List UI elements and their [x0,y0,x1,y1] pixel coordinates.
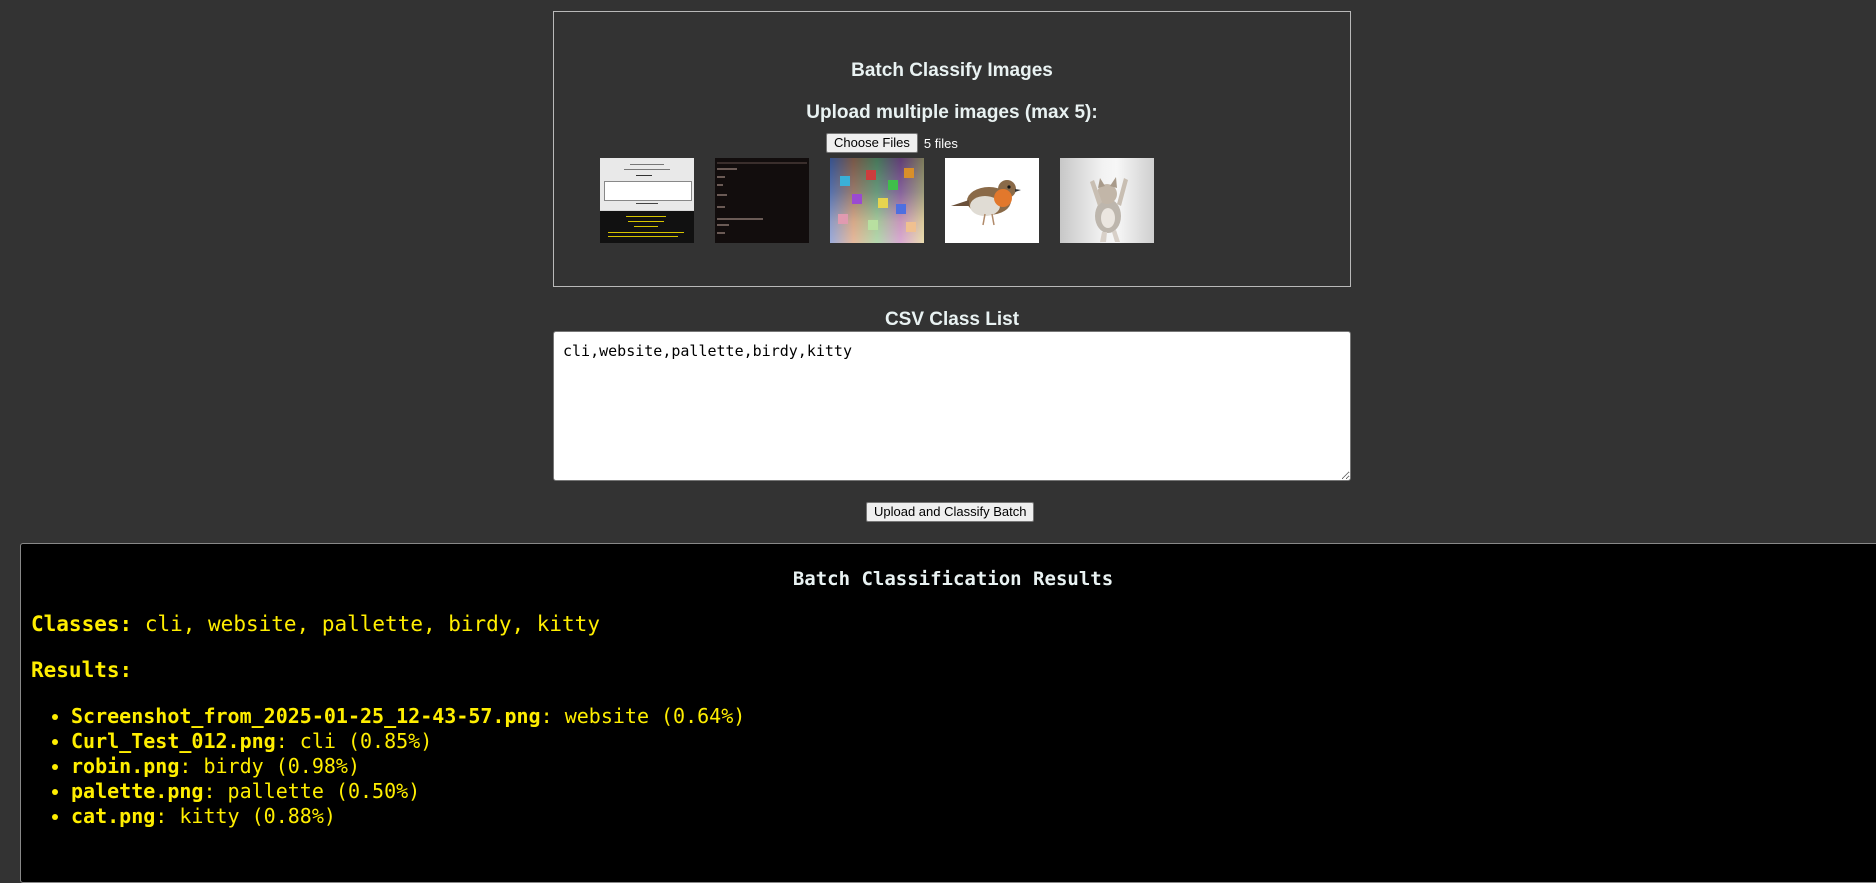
result-prediction: : kitty (0.88%) [155,804,336,828]
color-palette-thumbnail [830,158,924,243]
list-item: cat.png: kitty (0.88%) [71,804,745,829]
files-status: 5 files [923,135,958,151]
result-filename: robin.png [71,754,180,778]
upload-and-classify-button[interactable]: Upload and Classify Batch [866,502,1035,522]
robin-bird-thumbnail [945,158,1039,243]
result-prediction: : cli (0.85%) [275,729,433,753]
results-panel: Batch Classification Results Classes: cl… [20,543,1876,883]
website-screenshot-thumbnail [600,158,694,243]
terminal-screenshot-thumbnail [715,158,809,243]
results-list: Screenshot_from_2025-01-25_12-43-57.png:… [31,704,745,829]
classes-line: Classes: cli, website, pallette, birdy, … [31,612,600,636]
file-input: Choose Files 5 files [826,133,958,153]
result-filename: Curl_Test_012.png [71,729,276,753]
image-previews [600,158,1154,243]
list-item: Screenshot_from_2025-01-25_12-43-57.png:… [71,704,745,729]
result-prediction: : birdy (0.98%) [179,754,360,778]
csv-class-list-label: CSV Class List [884,309,1020,330]
list-item: palette.png: pallette (0.50%) [71,779,745,804]
result-filename: palette.png [71,779,204,803]
list-item: robin.png: birdy (0.98%) [71,754,745,779]
choose-files-button[interactable]: Choose Files [826,133,918,153]
upload-panel-title: Batch Classify Images [851,60,1053,81]
result-filename: Screenshot_from_2025-01-25_12-43-57.png [71,704,541,728]
cat-thumbnail [1060,158,1154,243]
upload-panel: Batch Classify Images Upload multiple im… [553,11,1351,287]
csv-class-list-input[interactable]: cli,website,pallette,birdy,kitty [553,331,1351,481]
results-title: Batch Classification Results [792,568,1114,590]
result-filename: cat.png [71,804,156,828]
result-prediction: : pallette (0.50%) [203,779,421,803]
upload-instructions: Upload multiple images (max 5): [806,102,1098,123]
result-prediction: : website (0.64%) [540,704,746,728]
classes-value: cli, website, pallette, birdy, kitty [144,612,600,636]
results-label: Results: [31,658,133,682]
list-item: Curl_Test_012.png: cli (0.85%) [71,729,745,754]
classes-label: Classes: [31,612,133,636]
submit-area: Upload and Classify Batch [866,502,1035,522]
